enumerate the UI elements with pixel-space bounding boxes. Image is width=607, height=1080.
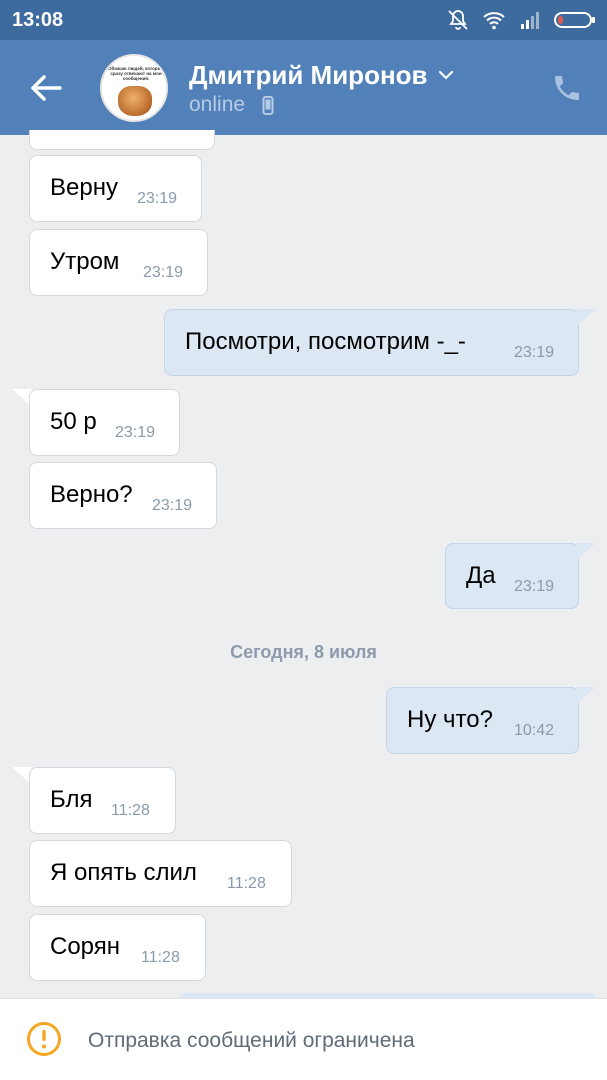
- message-text: Верно?: [50, 481, 133, 508]
- chevron-down-icon[interactable]: [437, 66, 455, 84]
- message-time: 23:19: [152, 497, 193, 514]
- warning-icon: [27, 1022, 61, 1056]
- message-bubble-partial: [29, 130, 215, 150]
- message-text: Я опять слил: [50, 859, 197, 886]
- bubble-tail: [576, 687, 596, 703]
- status-icons: [445, 8, 597, 32]
- message-time: 23:19: [115, 424, 156, 441]
- message-time: 11:28: [227, 875, 266, 892]
- date-separator: Сегодня, 8 июля: [230, 642, 377, 662]
- chat-header: Обожаю людей, которые сразу отвечают на …: [0, 40, 607, 135]
- message-text: Верну: [50, 174, 118, 201]
- message-time: 23:19: [514, 578, 555, 595]
- message-bubble[interactable]: Утром 23:19: [29, 229, 208, 296]
- message-bubble[interactable]: 50 р 23:19: [29, 389, 180, 456]
- message-time: 23:19: [514, 344, 555, 361]
- contact-name[interactable]: Дмитрий Миронов: [189, 60, 428, 91]
- message-text: Посмотри, посмотрим -_-: [185, 328, 466, 355]
- message-bubble[interactable]: Я опять слил 11:28: [29, 840, 292, 907]
- no-disturb-icon: [448, 10, 468, 30]
- avatar[interactable]: Обожаю людей, которые сразу отвечают на …: [100, 54, 168, 122]
- message-bubble[interactable]: Да 23:19: [445, 543, 579, 609]
- restriction-footer: Отправка сообщений ограничена: [0, 998, 607, 1080]
- contact-status: online: [189, 93, 246, 116]
- bubble-tail: [576, 309, 596, 325]
- wifi-icon: [483, 12, 505, 30]
- message-bubble[interactable]: Сорян 11:28: [29, 914, 206, 981]
- message-bubble[interactable]: Ну что? 10:42: [386, 687, 579, 754]
- message-time: 11:28: [141, 949, 180, 966]
- message-text: 50 р: [50, 408, 97, 435]
- status-bar: 13:08: [0, 0, 607, 40]
- message-bubble[interactable]: Посмотри, посмотрим -_- 23:19: [164, 309, 579, 376]
- message-time: 23:19: [137, 190, 178, 207]
- avatar-caption: Обожаю людей, которые сразу отвечают на …: [108, 66, 164, 81]
- mobile-phone-icon: [262, 96, 274, 115]
- message-bubble[interactable]: Бля 11:28: [29, 767, 176, 834]
- message-text: Сорян: [50, 933, 121, 960]
- bubble-tail: [576, 543, 596, 559]
- status-time: 13:08: [12, 9, 64, 31]
- avatar-image: [118, 86, 152, 116]
- message-time: 23:19: [143, 264, 184, 281]
- message-text: Да: [466, 562, 496, 589]
- message-time: 10:42: [514, 722, 555, 739]
- message-bubble[interactable]: Верно? 23:19: [29, 462, 217, 529]
- restriction-notice: Отправка сообщений ограничена: [88, 1029, 415, 1052]
- call-icon[interactable]: [551, 72, 583, 104]
- message-text: Бля: [50, 786, 93, 813]
- message-text: Ну что?: [407, 706, 493, 733]
- message-time: 11:28: [111, 802, 150, 819]
- back-arrow-icon[interactable]: [26, 68, 66, 108]
- message-text: Утром: [50, 248, 120, 275]
- battery-icon: [554, 12, 595, 28]
- message-bubble[interactable]: Верну 23:19: [29, 155, 202, 222]
- signal-icon: [521, 12, 539, 29]
